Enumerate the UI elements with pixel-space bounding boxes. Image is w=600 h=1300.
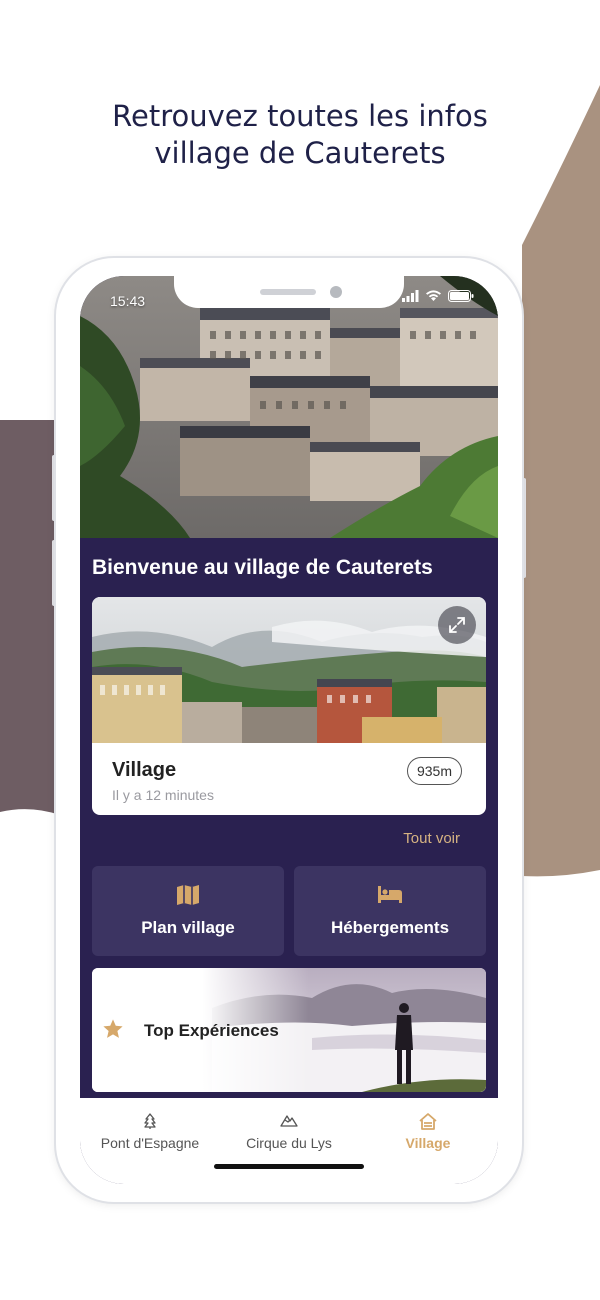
tree-icon (144, 1113, 156, 1129)
home-indicator (214, 1164, 364, 1169)
battery-icon (448, 290, 474, 302)
phone-frame: 15:43 Bienvenue au village de Cauterets (56, 258, 522, 1202)
headline-line-2: village de Cauterets (154, 136, 446, 170)
phone-notch (174, 276, 404, 308)
headline: Retrouvez toutes les infos village de Ca… (0, 98, 600, 172)
village-photo (92, 597, 486, 743)
mountain-icon (280, 1115, 298, 1127)
wifi-icon (426, 290, 441, 301)
tab-pont-d-espagne[interactable]: Pont d'Espagne (80, 1098, 220, 1158)
banner-label: Top Expériences (144, 1021, 279, 1040)
tile-label: Hébergements (330, 918, 450, 937)
location-title: Village (112, 759, 177, 781)
speaker (260, 289, 316, 295)
tab-label: Cirque du Lys (246, 1135, 332, 1151)
headline-line-1: Retrouvez toutes les infos (112, 99, 488, 133)
main-content: Bienvenue au village de Cauterets Villag… (80, 538, 498, 1098)
tab-village[interactable]: Village (358, 1098, 498, 1158)
see-all-link[interactable]: Tout voir (403, 830, 460, 847)
plan-village-tile[interactable]: Plan village (92, 866, 284, 956)
distance-badge: 935m (406, 757, 462, 785)
expand-icon (449, 617, 465, 633)
tab-label: Village (405, 1135, 451, 1151)
status-time: 15:43 (110, 293, 146, 309)
location-time-ago: Il y a 12 minutes (112, 787, 214, 803)
map-icon (177, 885, 199, 905)
status-icons (402, 290, 474, 302)
chalet-icon (419, 1113, 437, 1130)
tab-cirque-du-lys[interactable]: Cirque du Lys (219, 1098, 359, 1158)
phone-screen: 15:43 Bienvenue au village de Cauterets (80, 276, 498, 1184)
hebergements-tile[interactable]: Hébergements (294, 866, 486, 956)
signal-icon (402, 290, 419, 302)
bed-icon (378, 886, 402, 903)
tab-bar: Pont d'Espagne Cirque du Lys Village (80, 1098, 498, 1184)
hero-village-photo (80, 276, 498, 538)
expand-button[interactable] (438, 606, 476, 644)
welcome-title: Bienvenue au village de Cauterets (92, 556, 433, 579)
tab-label: Pont d'Espagne (100, 1135, 200, 1151)
front-camera (330, 286, 342, 298)
tile-label: Plan village (141, 918, 235, 937)
village-location-card[interactable]: Village Il y a 12 minutes 935m (92, 597, 486, 815)
top-experiences-banner[interactable]: Top Expériences (92, 968, 486, 1092)
star-icon (103, 1019, 123, 1038)
